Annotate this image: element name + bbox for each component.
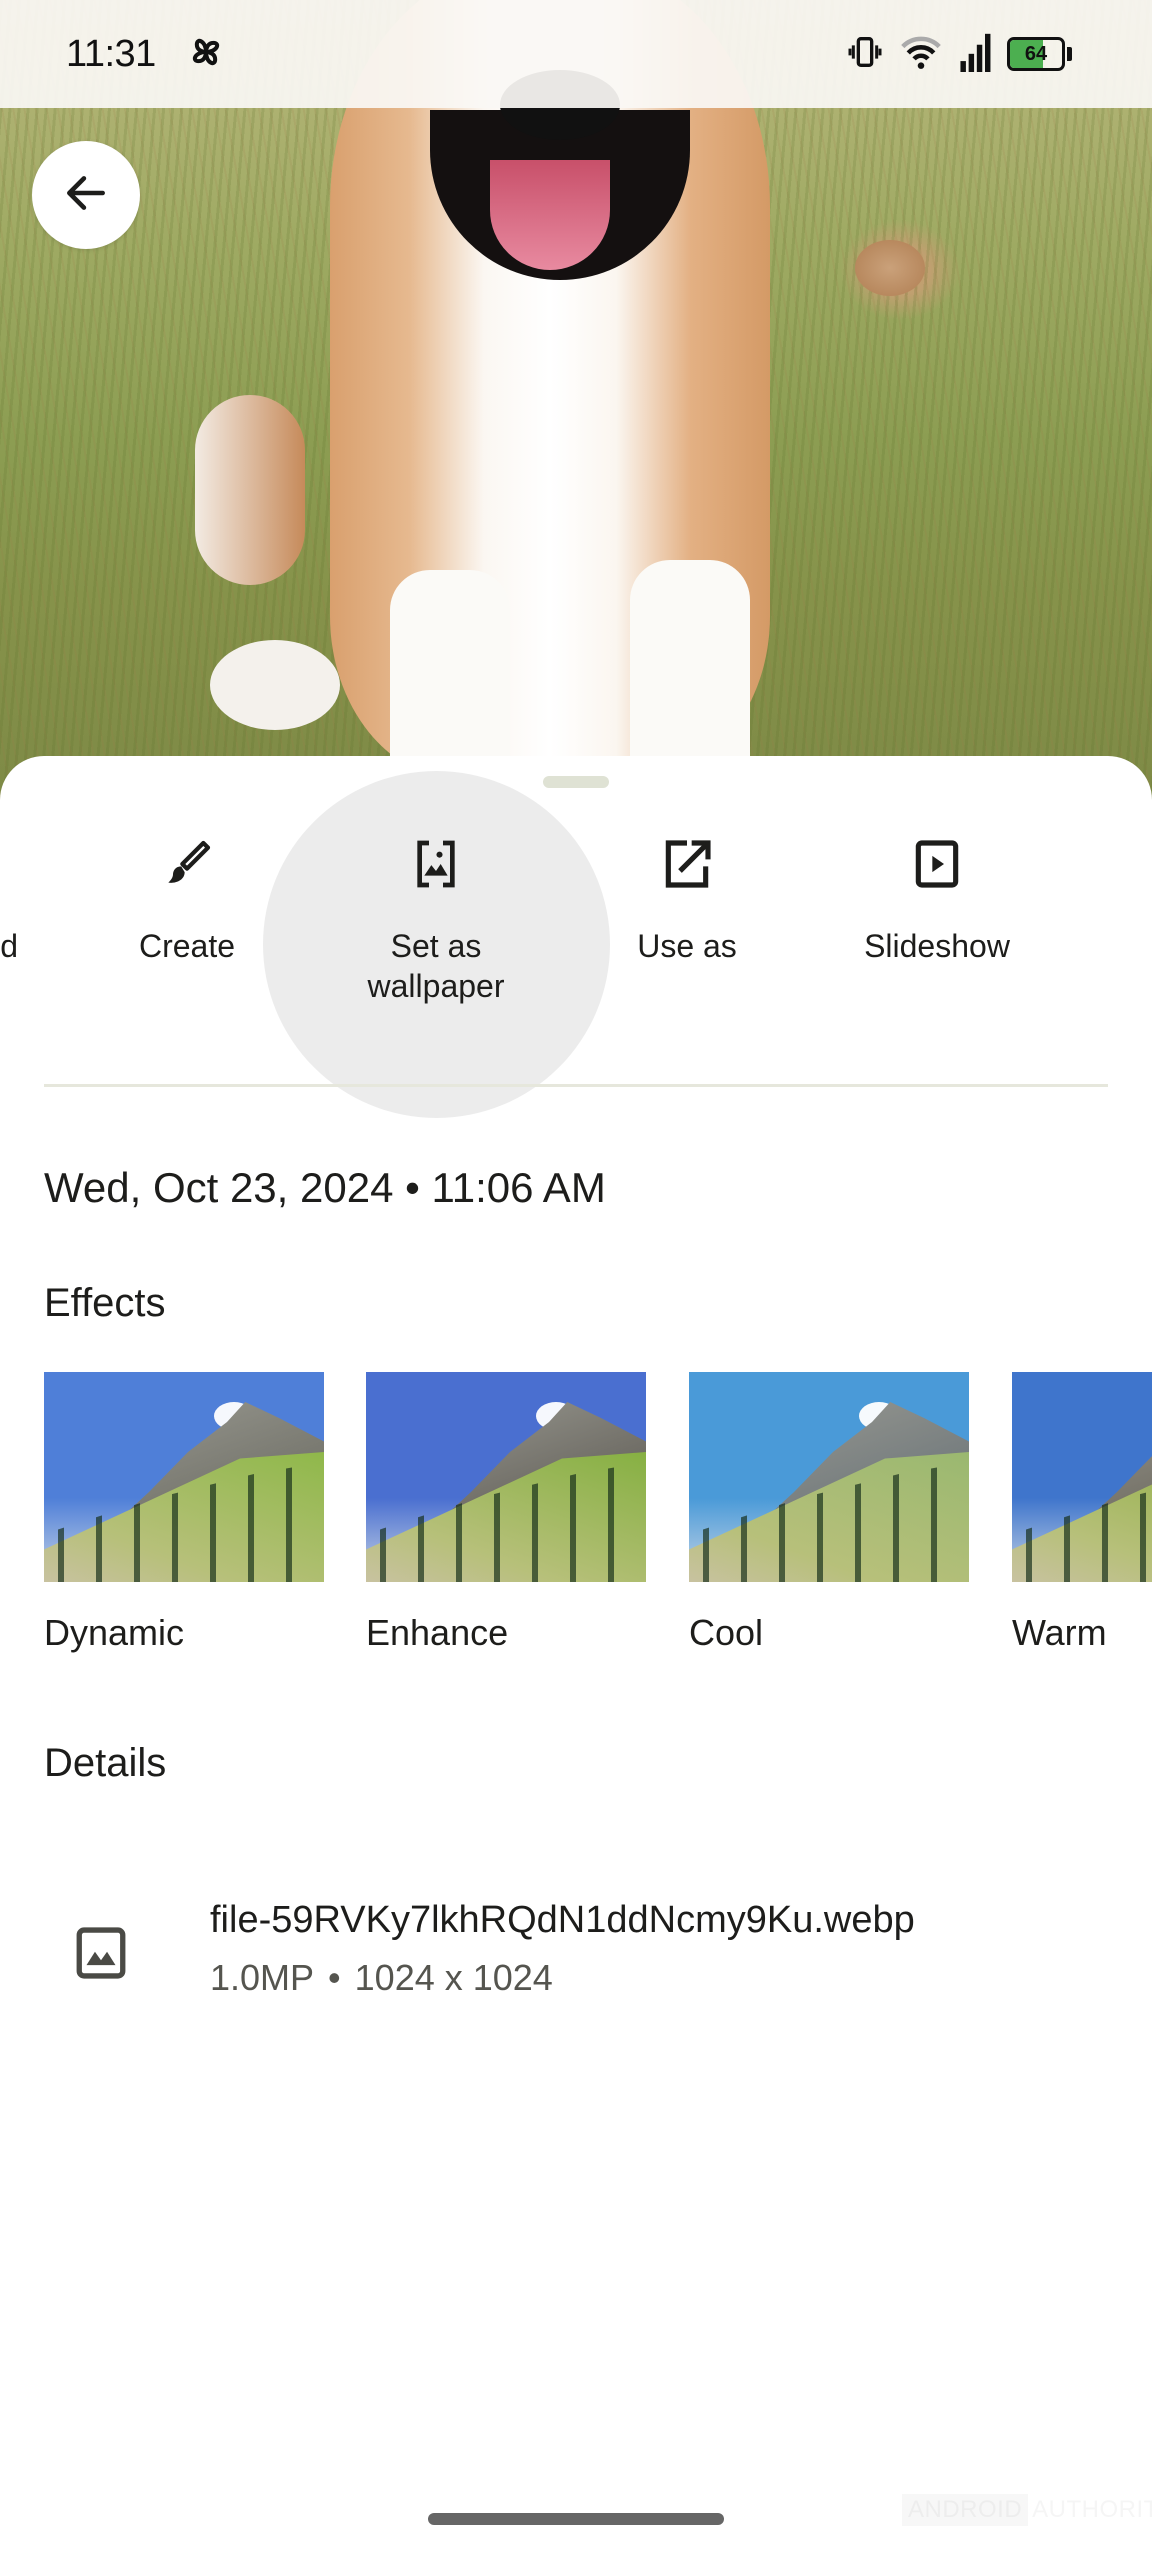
slideshow-icon [842, 836, 1032, 892]
meta-separator: • [328, 1957, 341, 1998]
ball [855, 240, 925, 296]
cellular-signal-icon [957, 32, 993, 77]
action-row: d Create Set as wallpaper Use as Slidesh [0, 756, 1152, 1118]
slideshow-button[interactable]: Slideshow [842, 836, 1032, 966]
effects-title: Effects [44, 1281, 166, 1325]
vibrate-icon [845, 32, 885, 77]
details-title: Details [44, 1741, 167, 1785]
status-time: 11:31 [66, 32, 156, 75]
image-icon [72, 1923, 130, 1983]
watermark: ANDROID AUTHORITY [902, 2494, 1152, 2526]
effect-dynamic[interactable]: Dynamic [44, 1372, 324, 1654]
file-details-row[interactable]: file-59RVKy7lkhRQdN1ddNcmy9Ku.webp 1.0MP… [0, 1881, 1152, 2031]
battery-nub [1067, 47, 1072, 61]
effect-label: Cool [689, 1612, 764, 1653]
back-button[interactable] [32, 141, 140, 249]
home-indicator[interactable] [428, 2513, 724, 2525]
effect-cool[interactable]: Cool [689, 1372, 969, 1654]
wallpaper-icon [341, 836, 531, 892]
set-as-wallpaper-label: Set as wallpaper [367, 928, 505, 1004]
dog-tail [195, 395, 305, 585]
effect-thumbnail [689, 1372, 969, 1582]
file-dimensions: 1024 x 1024 [354, 1957, 553, 1998]
effect-label: Enhance [366, 1612, 509, 1653]
use-as-label: Use as [637, 928, 737, 964]
open-in-new-icon [592, 836, 782, 892]
set-as-wallpaper-button[interactable]: Set as wallpaper [341, 836, 531, 1006]
battery-percent: 64 [1024, 42, 1048, 65]
use-as-button[interactable]: Use as [592, 836, 782, 966]
photo-viewer-image[interactable] [0, 0, 1152, 800]
slideshow-label: Slideshow [864, 928, 1010, 964]
action-label: d [0, 928, 18, 964]
effect-label: Dynamic [44, 1612, 185, 1653]
file-meta: 1.0MP • 1024 x 1024 [210, 1957, 553, 1999]
effect-enhance[interactable]: Enhance [366, 1372, 646, 1654]
battery-charging-icon: 64 [1007, 37, 1065, 71]
photo-info-sheet: d Create Set as wallpaper Use as Slidesh [0, 756, 1152, 2560]
effect-thumbnail [366, 1372, 646, 1582]
dog-paw [210, 640, 340, 730]
photo-datetime[interactable]: Wed, Oct 23, 2024 • 11:06 AM [44, 1164, 606, 1212]
watermark-part1: ANDROID [902, 2494, 1029, 2526]
watermark-part2: AUTHORITY [1032, 2496, 1152, 2523]
brush-icon [92, 836, 282, 892]
file-megapixels: 1.0MP [210, 1957, 315, 1998]
status-bar: 11:31 64 [0, 0, 1152, 108]
file-name: file-59RVKy7lkhRQdN1ddNcmy9Ku.webp [210, 1899, 915, 1941]
effect-label: Warm [1012, 1612, 1107, 1653]
pinwheel-icon [184, 30, 228, 79]
wifi-icon [899, 32, 943, 77]
effects-carousel[interactable]: Dynamic Enhance Cool Warm [44, 1372, 1152, 1662]
action-partial[interactable]: d [0, 836, 18, 966]
create-button[interactable]: Create [92, 836, 282, 966]
effect-warm[interactable]: Warm [1012, 1372, 1152, 1654]
arrow-back-icon [61, 168, 111, 223]
create-label: Create [138, 928, 236, 964]
divider [44, 1084, 1108, 1087]
effect-thumbnail [1012, 1372, 1152, 1582]
effect-thumbnail [44, 1372, 324, 1582]
